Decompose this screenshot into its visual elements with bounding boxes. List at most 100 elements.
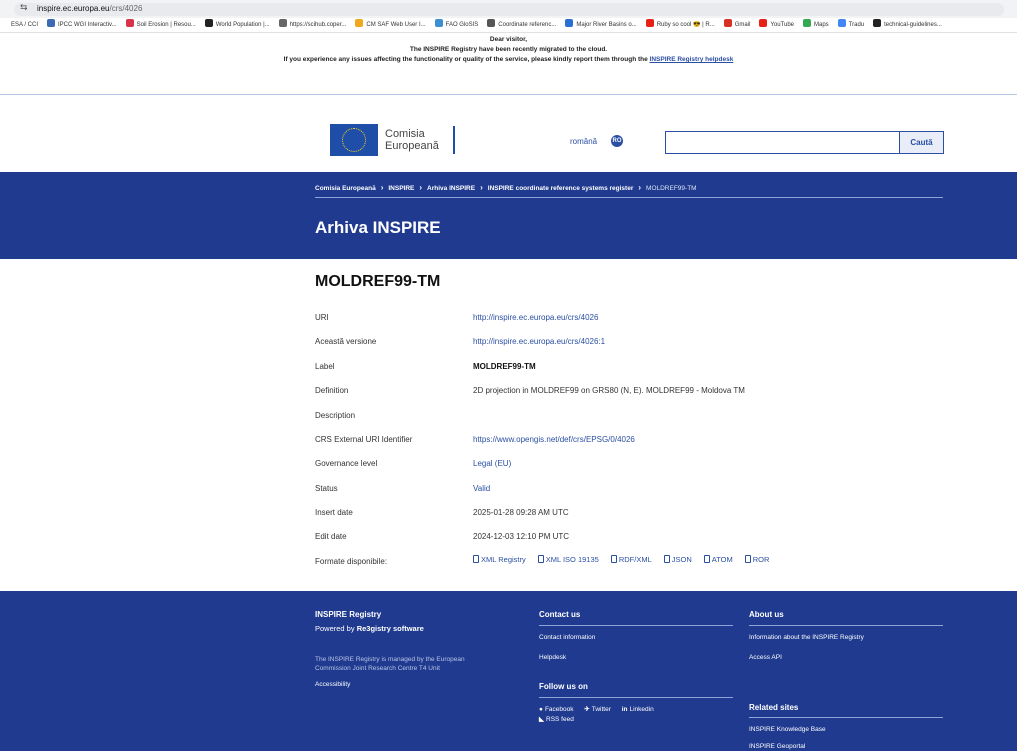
document-icon <box>537 555 544 563</box>
bookmark-label: Tradu <box>848 22 865 28</box>
bookmark-item[interactable]: Gmail <box>723 18 751 32</box>
logo-separator <box>453 126 455 154</box>
bookmark-item[interactable]: YouTube <box>759 18 794 32</box>
row-value[interactable]: http://inspire.ec.europa.eu/crs/4026 <box>473 313 598 322</box>
accessibility-link[interactable]: Accessibility <box>315 681 350 688</box>
site-info-icon[interactable]: ⇆ <box>20 3 28 13</box>
row-value[interactable]: Legal (EU) <box>473 459 511 468</box>
bookmark-label: IPCC WGI Interactiv... <box>58 22 117 28</box>
contact-divider <box>539 625 733 626</box>
row-label: Governance level <box>315 459 378 468</box>
logo-line-2: Europeană <box>385 140 439 152</box>
access-api-link[interactable]: Access API <box>749 654 782 661</box>
managed-line-1: The INSPIRE Registry is managed by the E… <box>315 656 465 663</box>
notice-issues: If you experience any issues affecting t… <box>0 55 1017 65</box>
bookmark-favicon-icon <box>47 19 56 27</box>
url-host: inspire.ec.europa.eu <box>37 4 110 13</box>
geoportal-link[interactable]: INSPIRE Geoportal <box>749 743 805 750</box>
rss-link[interactable]: ◣ RSS feed <box>539 715 574 723</box>
linkedin-link[interactable]: in Linkedin <box>622 706 654 713</box>
bookmark-item[interactable]: IPCC WGI Interactiv... <box>47 18 117 32</box>
search-input[interactable] <box>665 131 900 154</box>
bookmark-label: Ruby so cool 😎 | R... <box>656 22 715 28</box>
section-title: Arhiva INSPIRE <box>315 218 441 237</box>
eu-flag-logo[interactable] <box>330 124 378 156</box>
row-label: URI <box>315 313 329 322</box>
notice-issues-text: If you experience any issues affecting t… <box>283 56 650 63</box>
facebook-link[interactable]: ● Facebook <box>539 706 573 713</box>
bookmark-favicon-icon <box>723 19 732 27</box>
bookmark-favicon-icon <box>434 19 443 27</box>
bookmark-item[interactable]: Soil Erosion | Resou... <box>125 18 196 32</box>
formats-label: Formate disponibile: <box>315 557 388 566</box>
re3gistry-link[interactable]: Re3gistry software <box>357 624 424 633</box>
format-link[interactable]: ATOM <box>703 555 733 564</box>
breadcrumb-item[interactable]: Arhiva INSPIRE <box>427 185 475 192</box>
document-icon <box>473 555 479 563</box>
knowledge-base-link[interactable]: INSPIRE Knowledge Base <box>749 726 826 733</box>
browser-address-bar: ⇆ inspire.ec.europa.eu/crs/4026 <box>0 0 1017 18</box>
format-link[interactable]: ROR <box>744 555 769 564</box>
helpdesk-link[interactable]: INSPIRE Registry helpdesk <box>650 56 734 63</box>
row-label: Insert date <box>315 508 353 517</box>
row-value[interactable]: Valid <box>473 484 490 493</box>
rss-label: RSS feed <box>546 716 574 723</box>
bookmark-item[interactable]: CM SAF Web User I... <box>355 18 426 32</box>
document-icon <box>703 555 710 563</box>
format-label: XML Registry <box>481 555 526 564</box>
chevron-right-icon: › <box>419 183 423 192</box>
format-link[interactable]: XML Registry <box>473 555 526 564</box>
url-field[interactable] <box>14 3 1004 16</box>
bookmark-item[interactable]: Coordinate referenc... <box>487 18 556 32</box>
twitter-link[interactable]: ✈ Twitter <box>584 705 611 713</box>
language-code-badge[interactable]: RO <box>611 135 623 147</box>
bookmark-item[interactable]: Maps <box>803 18 829 32</box>
row-label: CRS External URI Identifier <box>315 435 413 444</box>
bookmark-label: YouTube <box>770 22 794 28</box>
bookmark-item[interactable]: ESA / CCI <box>0 18 38 32</box>
bookmark-item[interactable]: World Population |... <box>204 18 270 32</box>
bookmark-item[interactable]: Tradu <box>837 18 865 32</box>
breadcrumb-item[interactable]: INSPIRE coordinate reference systems reg… <box>488 185 634 192</box>
bookmark-item[interactable]: https://scihub.coper... <box>278 18 346 32</box>
url-path: /crs/4026 <box>109 4 143 13</box>
footer-registry-title: INSPIRE Registry <box>315 610 382 619</box>
bookmark-item[interactable]: Major River Basins o... <box>565 18 637 32</box>
row-label: Definition <box>315 386 349 395</box>
logo-text[interactable]: Comisia Europeană <box>385 128 439 152</box>
row-value[interactable]: http://inspire.ec.europa.eu/crs/4026:1 <box>473 337 605 346</box>
url-text[interactable]: inspire.ec.europa.eu/crs/4026 <box>37 4 142 13</box>
bookmark-favicon-icon <box>645 19 654 27</box>
about-info-link[interactable]: Information about the INSPIRE Registry <box>749 634 864 641</box>
visitor-notice: Dear visitor, The INSPIRE Registry have … <box>0 33 1017 93</box>
contact-info-link[interactable]: Contact information <box>539 634 595 641</box>
search-button[interactable]: Caută <box>900 131 944 154</box>
band-divider <box>315 197 943 198</box>
facebook-icon: ● <box>539 706 543 713</box>
language-selector[interactable]: română <box>570 137 597 146</box>
format-label: JSON <box>671 555 692 564</box>
row-value[interactable]: https://www.opengis.net/def/crs/EPSG/0/4… <box>473 435 635 444</box>
notice-migration: The INSPIRE Registry have been recently … <box>409 46 608 53</box>
chevron-right-icon: › <box>638 183 642 192</box>
bookmark-favicon-icon <box>837 19 846 27</box>
bookmark-item[interactable]: Ruby so cool 😎 | R... <box>645 18 715 32</box>
format-link[interactable]: XML ISO 19135 <box>537 555 599 564</box>
bookmark-favicon-icon <box>204 19 213 27</box>
format-link[interactable]: JSON <box>663 555 692 564</box>
breadcrumb-item[interactable]: Comisia Europeană <box>315 185 376 192</box>
powered-prefix: Powered by <box>315 624 357 633</box>
rss-icon: ◣ <box>539 716 544 723</box>
notice-divider <box>0 94 1017 95</box>
footer-managed-text: The INSPIRE Registry is managed by the E… <box>315 655 465 673</box>
format-link[interactable]: RDF/XML <box>610 555 652 564</box>
bookmarks-bar: ESA / CCI IPCC WGI Interactiv... Soil Eros… <box>0 18 1017 33</box>
helpdesk-footer-link[interactable]: Helpdesk <box>539 654 566 661</box>
bookmark-item[interactable]: technical-guidelines... <box>873 18 942 32</box>
bookmark-label: Gmail <box>734 22 751 28</box>
related-title: Related sites <box>749 703 799 712</box>
row-label: Description <box>315 411 356 420</box>
bookmark-item[interactable]: FAO GloSIS <box>434 18 478 32</box>
bookmark-label: Major River Basins o... <box>576 22 637 28</box>
breadcrumb-item[interactable]: INSPIRE <box>388 185 414 192</box>
